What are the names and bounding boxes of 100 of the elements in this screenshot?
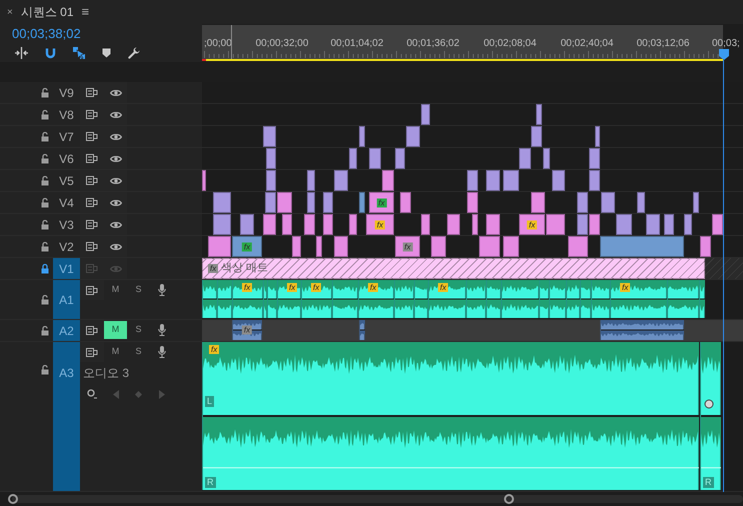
audio-clip[interactable] bbox=[580, 280, 591, 318]
audio-clip[interactable]: fx L R bbox=[202, 342, 699, 490]
video-clip[interactable] bbox=[431, 236, 446, 257]
audio-clip[interactable] bbox=[591, 280, 610, 318]
audio-clip[interactable] bbox=[332, 280, 358, 318]
video-clip[interactable] bbox=[395, 148, 405, 169]
audio-clip[interactable]: fx bbox=[277, 280, 301, 318]
output-icon[interactable] bbox=[86, 88, 98, 97]
audio-clip[interactable] bbox=[699, 280, 705, 318]
keyframe-icon[interactable] bbox=[704, 399, 714, 409]
video-clip[interactable] bbox=[307, 192, 315, 213]
eye-icon[interactable] bbox=[110, 132, 122, 140]
video-clip[interactable] bbox=[323, 192, 333, 213]
video-clip[interactable] bbox=[208, 236, 231, 257]
track-target[interactable]: V2 bbox=[53, 236, 80, 257]
unlocked-lock-icon[interactable] bbox=[41, 220, 49, 230]
unlocked-lock-icon[interactable] bbox=[41, 365, 49, 375]
eye-icon[interactable] bbox=[110, 176, 122, 184]
video-clip[interactable] bbox=[282, 214, 292, 235]
video-clip[interactable] bbox=[266, 170, 276, 191]
video-clip[interactable] bbox=[472, 214, 478, 235]
video-clip[interactable] bbox=[266, 148, 276, 169]
output-icon[interactable] bbox=[86, 198, 98, 207]
microphone-icon[interactable] bbox=[158, 284, 166, 296]
wrench-icon[interactable] bbox=[128, 47, 140, 59]
video-clip[interactable] bbox=[202, 170, 206, 191]
unlocked-lock-icon[interactable] bbox=[41, 132, 49, 142]
video-clip[interactable] bbox=[265, 192, 276, 213]
video-clip[interactable] bbox=[479, 236, 500, 257]
video-clip[interactable] bbox=[359, 126, 365, 147]
video-clip[interactable] bbox=[700, 236, 711, 257]
audio-clip[interactable] bbox=[359, 320, 365, 340]
video-clip[interactable] bbox=[467, 192, 478, 213]
marker-icon[interactable] bbox=[102, 48, 111, 58]
add-keyframe-icon[interactable] bbox=[135, 390, 142, 398]
track-target[interactable]: V6 bbox=[53, 148, 80, 169]
unlocked-lock-icon[interactable] bbox=[41, 176, 49, 186]
output-icon[interactable] bbox=[86, 348, 98, 356]
audio-clip[interactable] bbox=[466, 280, 486, 318]
audio-clip[interactable] bbox=[667, 280, 699, 318]
video-clip[interactable] bbox=[316, 236, 322, 257]
video-clip[interactable] bbox=[595, 126, 600, 147]
video-clip[interactable] bbox=[406, 126, 420, 147]
audio-clip[interactable]: fx bbox=[232, 280, 263, 318]
track-target[interactable]: V3 bbox=[53, 214, 80, 235]
lock-icon[interactable] bbox=[41, 264, 49, 274]
magnet-icon[interactable] bbox=[45, 48, 56, 58]
video-clip[interactable] bbox=[446, 214, 460, 235]
output-icon[interactable] bbox=[86, 242, 98, 251]
solo-button[interactable]: S bbox=[127, 321, 150, 339]
video-clip[interactable]: fx bbox=[232, 236, 262, 257]
video-clip[interactable]: fx bbox=[369, 192, 394, 213]
video-clip[interactable] bbox=[693, 192, 699, 213]
audio-clip[interactable]: fx bbox=[301, 280, 332, 318]
video-clip[interactable] bbox=[420, 214, 430, 235]
video-clip[interactable] bbox=[263, 214, 276, 235]
audio-clip[interactable] bbox=[394, 280, 414, 318]
video-clip[interactable] bbox=[359, 192, 365, 213]
video-clip[interactable] bbox=[349, 148, 356, 169]
scroll-handle[interactable] bbox=[8, 494, 18, 504]
video-clip[interactable] bbox=[712, 214, 723, 235]
video-clip[interactable] bbox=[601, 192, 615, 213]
video-clip[interactable] bbox=[334, 170, 348, 191]
output-icon[interactable] bbox=[86, 110, 98, 119]
video-clip[interactable] bbox=[546, 214, 565, 235]
video-clip[interactable] bbox=[213, 192, 231, 213]
audio-clip[interactable] bbox=[566, 280, 580, 318]
video-clip[interactable] bbox=[213, 214, 231, 235]
video-clip[interactable] bbox=[589, 170, 600, 191]
video-clip[interactable] bbox=[637, 192, 645, 213]
output-icon[interactable] bbox=[86, 132, 98, 141]
video-clip[interactable] bbox=[568, 236, 588, 257]
video-clip[interactable] bbox=[531, 126, 542, 147]
video-clip[interactable]: fx 색상 매트 bbox=[202, 258, 705, 279]
video-clip[interactable]: fx bbox=[366, 214, 394, 235]
track-target[interactable]: V7 bbox=[53, 126, 80, 147]
scroll-handle[interactable] bbox=[504, 494, 514, 504]
audio-clip[interactable] bbox=[414, 280, 428, 318]
track-target[interactable]: V5 bbox=[53, 170, 80, 191]
video-clip[interactable] bbox=[263, 126, 276, 147]
video-clip[interactable] bbox=[277, 192, 292, 213]
video-clip[interactable] bbox=[503, 170, 519, 191]
video-clip[interactable] bbox=[519, 148, 531, 169]
video-clip[interactable] bbox=[323, 214, 333, 235]
unlocked-lock-icon[interactable] bbox=[41, 88, 49, 98]
panel-title[interactable]: 시퀀스 01 bbox=[20, 3, 74, 21]
audio-clip[interactable] bbox=[486, 280, 501, 318]
video-clip[interactable] bbox=[664, 214, 674, 235]
menu-button[interactable]: ≡ bbox=[82, 2, 90, 22]
video-clip[interactable] bbox=[486, 214, 500, 235]
output-icon[interactable] bbox=[86, 326, 98, 334]
close-button[interactable]: × bbox=[7, 4, 13, 20]
video-clip[interactable] bbox=[349, 214, 356, 235]
output-icon[interactable] bbox=[86, 286, 98, 294]
audio-clip[interactable] bbox=[267, 280, 277, 318]
unlocked-lock-icon[interactable] bbox=[41, 198, 49, 208]
next-keyframe-icon[interactable] bbox=[159, 390, 165, 398]
video-clip[interactable] bbox=[600, 236, 684, 257]
linked-selection-icon[interactable] bbox=[73, 47, 85, 59]
output-icon[interactable] bbox=[86, 154, 98, 163]
